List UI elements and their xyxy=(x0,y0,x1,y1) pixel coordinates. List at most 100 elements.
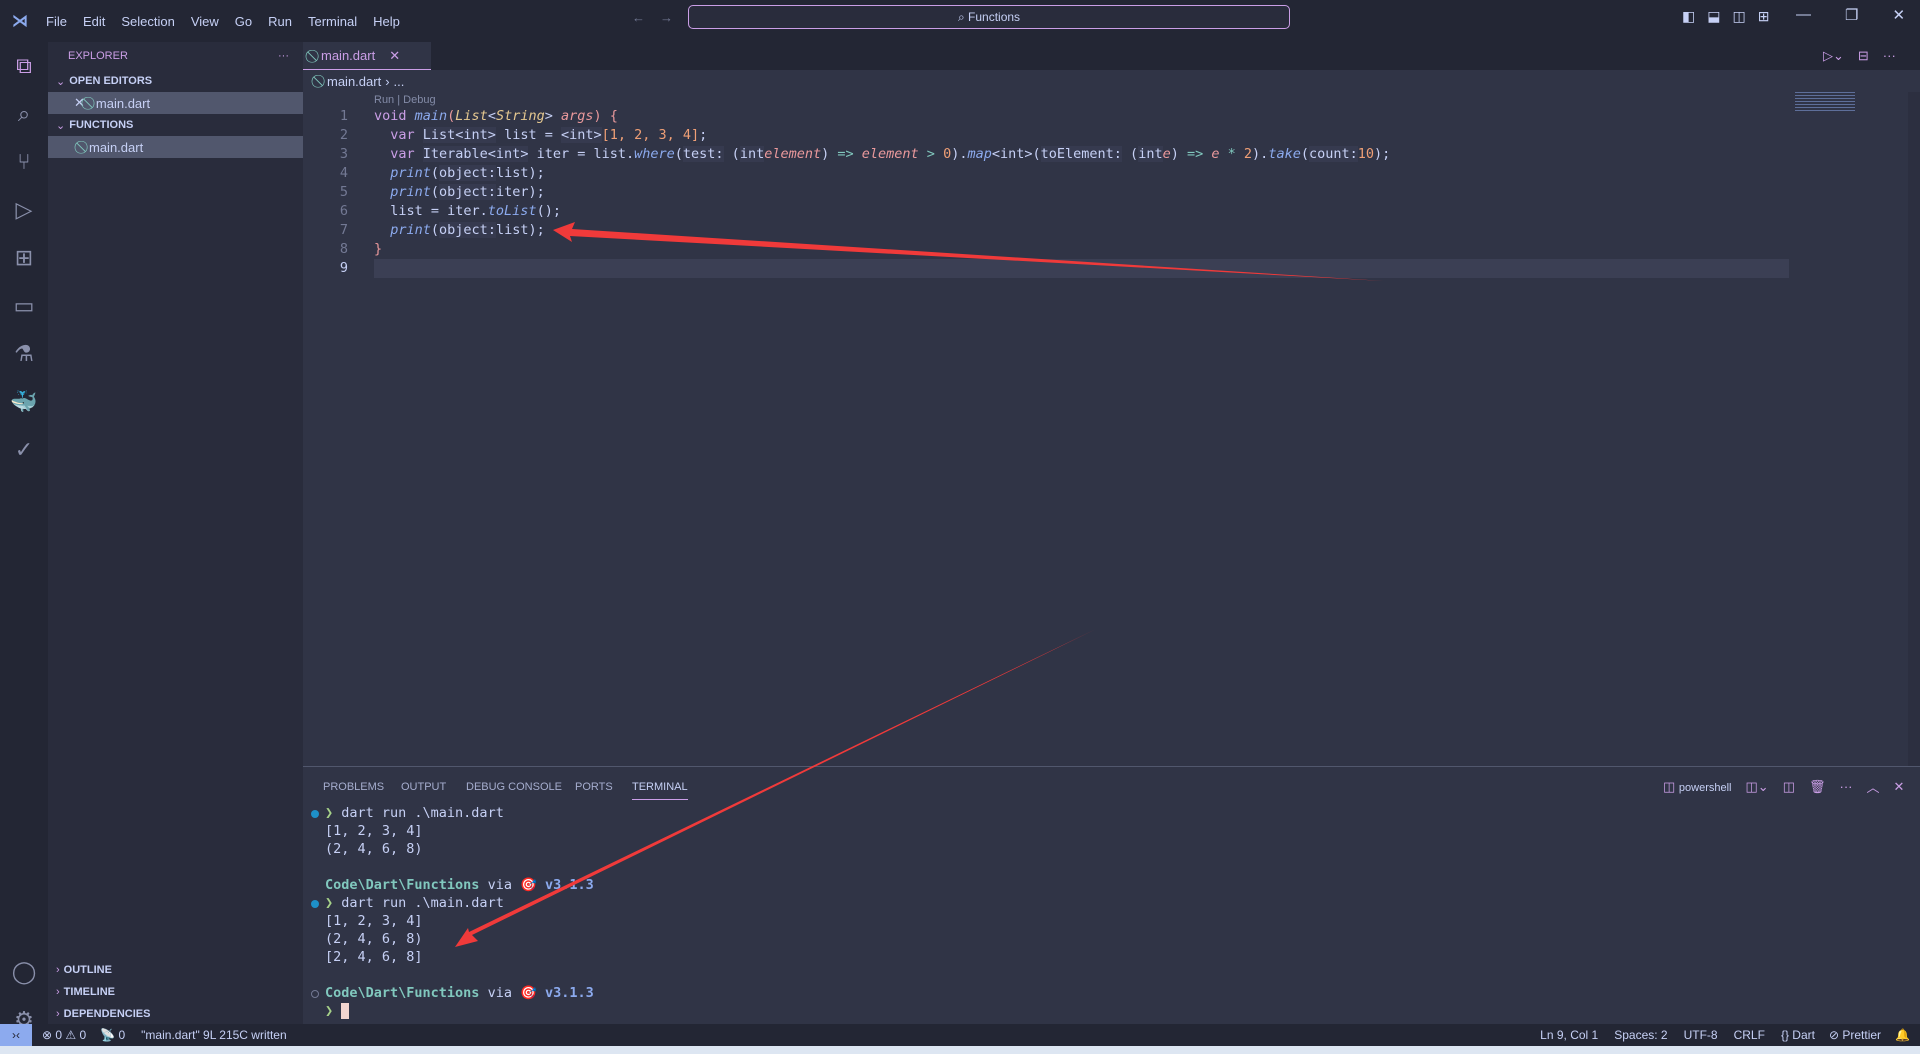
code-editor[interactable]: Run | Debug 1 void main(List<String> args… xyxy=(303,92,1920,766)
tab-problems[interactable]: PROBLEMS xyxy=(323,781,384,793)
run-icon[interactable]: ▷⌄ xyxy=(1823,48,1844,64)
status-message: "main.dart" 9L 215C written xyxy=(141,1028,287,1042)
minimize-icon[interactable]: — xyxy=(1796,6,1811,24)
split-editor-icon[interactable]: ⊟ xyxy=(1858,48,1869,64)
forward-arrow-icon[interactable]: → xyxy=(660,10,673,25)
vertical-scrollbar[interactable] xyxy=(1908,92,1920,766)
menu-terminal[interactable]: Terminal xyxy=(300,14,365,29)
current-line-highlight xyxy=(374,259,1789,278)
encoding[interactable]: UTF-8 xyxy=(1684,1028,1718,1042)
extensions-icon[interactable]: ⊞ xyxy=(0,234,48,282)
prettier-status[interactable]: ⊘ Prettier xyxy=(1829,1028,1881,1042)
tab-ports[interactable]: PORTS xyxy=(575,781,613,793)
code-token: ). xyxy=(951,146,968,162)
outline-section[interactable]: › OUTLINE xyxy=(48,959,303,981)
search-icon[interactable]: ⌕ xyxy=(0,90,48,138)
trash-icon[interactable]: 🗑 xyxy=(1809,779,1826,795)
command-status-dot[interactable] xyxy=(311,810,319,818)
code-token: element xyxy=(853,146,919,162)
explorer-icon[interactable]: ⧉ xyxy=(0,42,48,90)
code-token: test: xyxy=(682,146,724,162)
account-icon[interactable]: ◯ xyxy=(0,948,48,996)
customize-layout-icon[interactable]: ⊞ xyxy=(1758,8,1770,25)
line-number: 7 xyxy=(339,222,348,238)
codelens-run-debug[interactable]: Run | Debug xyxy=(374,94,436,106)
menu-help[interactable]: Help xyxy=(365,14,408,29)
terminal-path: Code\Dart\Functions xyxy=(325,877,480,893)
terminal-prompt: ❯ xyxy=(325,1003,342,1019)
menu-run[interactable]: Run xyxy=(260,14,300,29)
terminal-ver: 🎯 v3.1.3 xyxy=(520,985,594,1001)
tab-terminal[interactable]: TERMINAL xyxy=(632,781,688,800)
tab-debug-console[interactable]: DEBUG CONSOLE xyxy=(466,781,562,793)
terminal-instance[interactable]: ◫ powershell xyxy=(1663,779,1732,795)
toggle-sidebar-icon[interactable]: ◧ xyxy=(1682,8,1695,25)
terminal-line: (2, 4, 6, 8) xyxy=(325,931,423,947)
toggle-secondary-sidebar-icon[interactable]: ◫ xyxy=(1732,8,1745,25)
split-terminal-icon[interactable]: ◫ xyxy=(1783,779,1795,795)
problems-indicator[interactable]: ⊗ 0 ⚠ 0 xyxy=(42,1028,86,1042)
code-token: object: xyxy=(439,184,496,200)
dependencies-section[interactable]: › DEPENDENCIES xyxy=(48,1003,303,1025)
open-editors-section[interactable]: ⌄ OPEN EDITORS xyxy=(48,70,303,92)
close-icon[interactable]: ✕ xyxy=(74,95,85,111)
language-mode[interactable]: {} Dart xyxy=(1781,1028,1815,1042)
line-number: 2 xyxy=(339,127,348,143)
remote-explorer-icon[interactable]: ▭ xyxy=(0,282,48,330)
activity-bar: ⧉ ⌕ ⑂ ▷ ⊞ ▭ ⚗ 🐳 ✓ ◯ ⚙ xyxy=(0,42,48,1032)
terminal-prompt: ❯ xyxy=(325,895,342,911)
line-endings[interactable]: CRLF xyxy=(1734,1028,1765,1042)
code-token: ( xyxy=(430,184,440,200)
remote-indicator[interactable]: ›‹ xyxy=(0,1024,32,1046)
more-actions-icon[interactable]: ··· xyxy=(1840,779,1853,794)
cursor-position[interactable]: Ln 9, Col 1 xyxy=(1540,1028,1598,1042)
close-panel-icon[interactable]: ✕ xyxy=(1894,779,1905,795)
menu-go[interactable]: Go xyxy=(227,14,260,29)
new-terminal-dropdown-icon[interactable]: ◫⌄ xyxy=(1746,779,1769,795)
code-token: } xyxy=(374,241,383,257)
breadcrumb-more[interactable]: ... xyxy=(394,74,405,89)
code-line: print(object:iter); xyxy=(374,184,545,200)
menu-edit[interactable]: Edit xyxy=(75,14,113,29)
more-actions-icon[interactable]: ··· xyxy=(278,50,289,62)
command-center-search[interactable]: ⌕ Functions xyxy=(688,5,1290,29)
command-status-dot[interactable] xyxy=(311,900,319,908)
open-editor-item[interactable]: ✕⃠main.dart xyxy=(48,92,303,114)
functions-folder-section[interactable]: ⌄ FUNCTIONS xyxy=(48,114,303,136)
code-token: < xyxy=(487,108,496,124)
code-token: map xyxy=(967,146,992,162)
code-token: > xyxy=(544,108,561,124)
menu-file[interactable]: File xyxy=(38,14,75,29)
source-control-icon[interactable]: ⑂ xyxy=(0,138,48,186)
run-debug-icon[interactable]: ▷ xyxy=(0,186,48,234)
ports-indicator[interactable]: 📡 0 xyxy=(100,1028,125,1042)
notifications-bell-icon[interactable]: 🔔 xyxy=(1895,1028,1910,1042)
maximize-panel-icon[interactable]: ︿ xyxy=(1867,777,1880,796)
menu-selection[interactable]: Selection xyxy=(113,14,182,29)
file-item-main-dart[interactable]: ⃠main.dart xyxy=(48,136,303,158)
code-token: ( xyxy=(723,146,740,162)
checklist-icon[interactable]: ✓ xyxy=(0,426,48,474)
code-token: iter); xyxy=(495,184,545,200)
docker-icon[interactable]: 🐳 xyxy=(0,378,48,426)
menu-view[interactable]: View xyxy=(183,14,227,29)
tab-main-dart[interactable]: ⃠main.dart✕ xyxy=(303,42,431,70)
status-bar: ›‹ ⊗ 0 ⚠ 0 📡 0 "main.dart" 9L 215C writt… xyxy=(0,1024,1920,1046)
testing-icon[interactable]: ⚗ xyxy=(0,330,48,378)
breadcrumb-file[interactable]: main.dart xyxy=(327,74,381,89)
restore-icon[interactable]: ❐ xyxy=(1845,6,1858,24)
minimap[interactable] xyxy=(1795,92,1855,112)
back-arrow-icon[interactable]: ← xyxy=(632,10,645,25)
timeline-section[interactable]: › TIMELINE xyxy=(48,981,303,1003)
close-tab-icon[interactable]: ✕ xyxy=(389,48,400,64)
indentation[interactable]: Spaces: 2 xyxy=(1614,1028,1667,1042)
breadcrumb: ⃠ main.dart › ... xyxy=(303,70,1920,92)
code-token: ). xyxy=(1252,146,1269,162)
tab-output[interactable]: OUTPUT xyxy=(401,781,446,793)
menu-bar: File Edit Selection View Go Run Terminal Help xyxy=(38,14,408,29)
more-actions-icon[interactable]: ··· xyxy=(1883,48,1896,64)
toggle-panel-icon[interactable]: ⬓ xyxy=(1707,8,1720,25)
close-window-icon[interactable]: ✕ xyxy=(1892,6,1905,24)
command-status-dot[interactable] xyxy=(311,990,319,998)
code-token: ; xyxy=(699,127,708,143)
